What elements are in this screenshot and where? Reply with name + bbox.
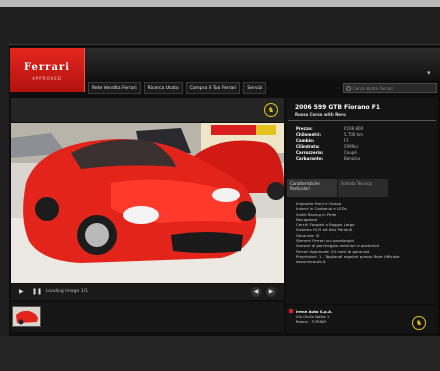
car-subtitle: Rosso Corsa with Nero: [295, 112, 346, 117]
car-photo: [11, 123, 284, 283]
menu-icon[interactable]: ▾: [427, 69, 431, 77]
nav-item-search[interactable]: Ricerca Usato: [143, 82, 183, 94]
nav-item-buy[interactable]: Compra il Tuo Ferrari: [185, 82, 241, 94]
browser-top-strip: [0, 0, 440, 7]
prancing-horse-icon: ♞: [412, 316, 426, 330]
prev-image-button[interactable]: ◀: [251, 287, 261, 297]
tab-tech-specs[interactable]: Scheda Tecnica: [338, 179, 388, 197]
search-icon: [346, 86, 351, 91]
description-list: Impianto Freni in Sasso Interni in Carbo…: [296, 201, 431, 265]
spec-list: Prezzo: €169.800 Chilometri: 5.700 km Camb…: [296, 126, 363, 161]
tab-features[interactable]: Caratteristiche Particolari: [287, 179, 337, 197]
next-image-button[interactable]: ▶: [266, 287, 276, 297]
main-nav: Rete Vendita Ferrari Ricerca Usato Compr…: [88, 82, 267, 94]
search-input[interactable]: Cerca Vostra Ferrari: [343, 83, 437, 93]
car-title: 2006 599 GTB Fiorano F1: [295, 104, 381, 111]
nav-item-services[interactable]: Servizi: [243, 82, 267, 94]
pause-icon[interactable]: ❚❚: [32, 284, 42, 300]
divider: [288, 120, 436, 121]
spec-value: Benzina: [344, 155, 360, 161]
dealer-city: Reano - TORINO: [296, 319, 327, 324]
prancing-horse-icon: ♞: [264, 103, 278, 117]
header-bar: [85, 48, 440, 80]
nav-item-dealers[interactable]: Rete Vendita Ferrari: [88, 82, 141, 94]
detail-tabs: Caratteristiche Particolari Scheda Tecni…: [287, 179, 389, 197]
play-icon[interactable]: ▶: [19, 284, 24, 300]
page-bottom-band: [0, 336, 440, 371]
dealer-info[interactable]: Irene Auto S.p.A. Via Giulio Natta 1 Rea…: [296, 309, 333, 324]
ferrari-logo[interactable]: Ferrari APPROVED: [10, 48, 85, 92]
spec-row: Carburante: Benzina: [296, 156, 363, 162]
gallery-header: [11, 98, 284, 122]
loading-status: Loading Image 1/1: [46, 289, 88, 294]
dealer-flag-icon: [289, 309, 293, 313]
description-line: www.irerauto.it: [296, 259, 326, 265]
logo-wordmark: Ferrari: [24, 62, 70, 73]
spec-label: Carburante:: [296, 155, 324, 161]
logo-subtitle: APPROVED: [32, 76, 62, 81]
thumbnail-image[interactable]: [12, 306, 41, 327]
thumbnail-strip: [11, 302, 284, 332]
